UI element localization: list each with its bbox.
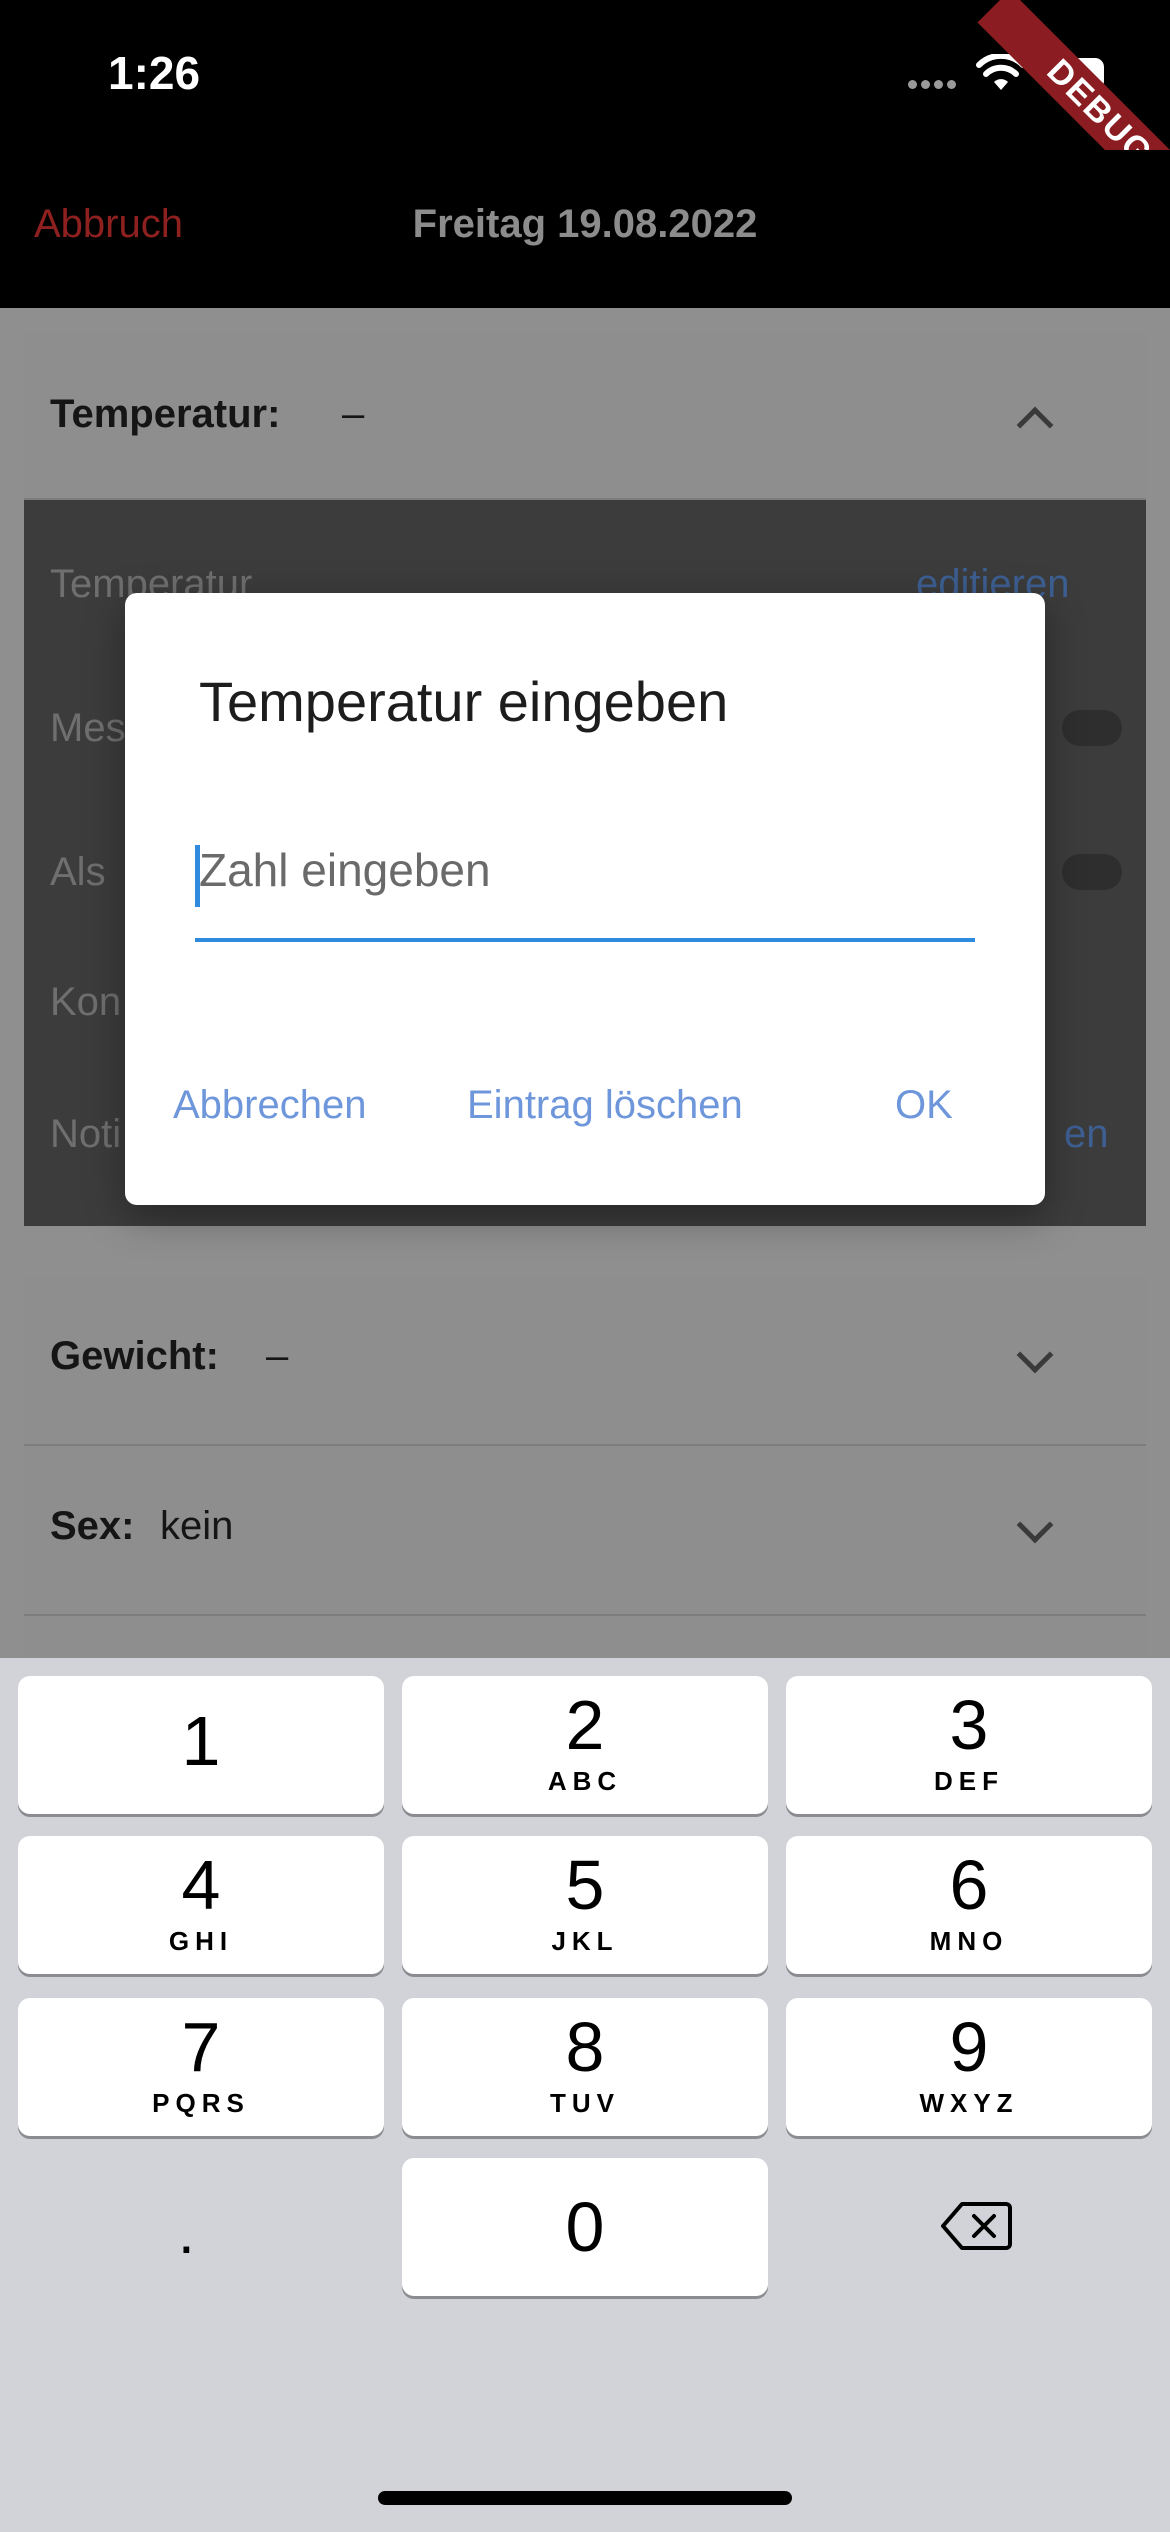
key-number: 6 <box>949 1846 989 1924</box>
weight-section-label: Gewicht: <box>50 1334 219 1378</box>
as-toggle[interactable] <box>1062 854 1122 890</box>
weight-section-value: – <box>266 1334 289 1378</box>
key-letters: GHI <box>168 1926 234 1956</box>
delete-entry-button[interactable]: Eintrag löschen <box>467 1083 743 1128</box>
as-row-label: Als <box>50 850 106 894</box>
key-2[interactable]: 2 ABC <box>402 1676 768 1814</box>
temperature-input-dialog: Temperatur eingeben Zahl eingeben Abbrec… <box>125 593 1045 1205</box>
key-1[interactable]: 1 <box>18 1676 384 1814</box>
key-letters: DEF <box>934 1766 1004 1796</box>
key-7[interactable]: 7 PQRS <box>18 1998 384 2136</box>
notes-row-label: Noti <box>50 1112 122 1156</box>
chevron-down-icon[interactable] <box>1016 1506 1054 1544</box>
sex-section-value: kein <box>160 1504 234 1548</box>
text-cursor <box>195 845 200 907</box>
temperature-section-value: – <box>342 392 365 436</box>
key-0[interactable]: 0 <box>402 2158 768 2296</box>
key-number: 1 <box>181 1702 221 1780</box>
key-number: 2 <box>565 1686 605 1764</box>
key-number: 0 <box>565 2188 605 2266</box>
key-5[interactable]: 5 JKL <box>402 1836 768 1974</box>
key-8[interactable]: 8 TUV <box>402 1998 768 2136</box>
key-9[interactable]: 9 WXYZ <box>786 1998 1152 2136</box>
key-number: 7 <box>181 2008 221 2086</box>
key-3[interactable]: 3 DEF <box>786 1676 1152 1814</box>
key-letters: ABC <box>547 1766 623 1796</box>
key-number: 9 <box>949 2008 989 2086</box>
measurement-toggle[interactable] <box>1062 710 1122 746</box>
backspace-icon[interactable] <box>940 2200 1012 2257</box>
key-number: 4 <box>181 1846 221 1924</box>
key-letters: PQRS <box>152 2088 250 2118</box>
key-number: 5 <box>565 1846 605 1924</box>
temperature-input[interactable]: Zahl eingeben <box>199 843 491 897</box>
cellular-signal-icon <box>908 76 960 94</box>
chevron-down-icon[interactable] <box>1016 1336 1054 1374</box>
home-indicator <box>378 2491 792 2505</box>
key-number: 8 <box>565 2008 605 2086</box>
key-6[interactable]: 6 MNO <box>786 1836 1152 1974</box>
dialog-title: Temperatur eingeben <box>199 670 729 733</box>
temperature-section-header[interactable]: Temperatur: – <box>24 334 1146 500</box>
decimal-key[interactable]: . <box>178 2198 195 2267</box>
dialog-cancel-button[interactable]: Abbrechen <box>173 1083 366 1128</box>
chevron-up-icon[interactable] <box>1016 406 1054 444</box>
input-underline <box>195 938 975 942</box>
ok-button[interactable]: OK <box>895 1083 953 1128</box>
control-row-label: Kon <box>50 980 122 1024</box>
temperature-section-label: Temperatur: <box>50 392 281 436</box>
status-time: 1:26 <box>108 47 201 99</box>
key-4[interactable]: 4 GHI <box>18 1836 384 1974</box>
key-letters: WXYZ <box>919 2088 1019 2118</box>
numeric-keyboard: 1 2 ABC 3 DEF 4 GHI 5 JKL 6 MNO 7 PQRS 8… <box>0 1658 1170 2532</box>
page-title: Freitag 19.08.2022 <box>412 202 758 246</box>
weight-section-header[interactable]: Gewicht: – <box>24 1276 1146 1446</box>
key-letters: JKL <box>551 1926 619 1956</box>
key-letters: MNO <box>929 1926 1009 1956</box>
sex-section-header[interactable]: Sex: kein <box>24 1446 1146 1616</box>
edit-notes-link[interactable]: en <box>1064 1112 1109 1157</box>
sex-section-label: Sex: <box>50 1504 135 1548</box>
measurement-row-label: Mes <box>50 706 126 750</box>
key-letters: TUV <box>550 2088 620 2118</box>
key-number: 3 <box>949 1686 989 1764</box>
